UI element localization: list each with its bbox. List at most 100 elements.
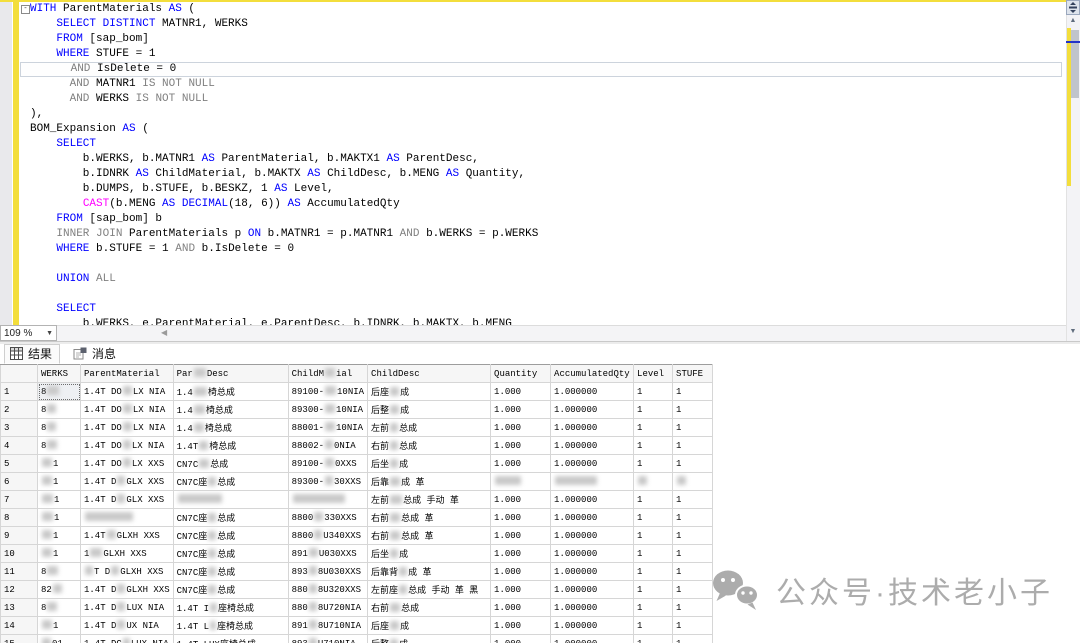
code-line[interactable]: FROM [sap_bom] b: [20, 212, 1066, 227]
grid-cell[interactable]: 1: [673, 401, 713, 419]
code-line[interactable]: b.WERKS, e.ParentMaterial, e.ParentDesc,…: [20, 317, 1066, 325]
grid-cell[interactable]: 01: [38, 635, 81, 643]
grid-cell[interactable]: CN7C座总成: [173, 473, 288, 491]
code-line[interactable]: [20, 257, 1066, 272]
grid-cell[interactable]: 1.4T LUX座椅总成: [173, 635, 288, 643]
grid-cell[interactable]: 1: [634, 491, 673, 509]
grid-cell[interactable]: 1: [38, 545, 81, 563]
grid-cell[interactable]: 1.4T椅总成: [173, 437, 288, 455]
grid-cell[interactable]: 1: [634, 527, 673, 545]
code-line[interactable]: SELECT: [20, 302, 1066, 317]
grid-cell[interactable]: 1: [38, 509, 81, 527]
grid-cell[interactable]: 1: [673, 455, 713, 473]
grid-cell[interactable]: 后靠背成 革: [368, 563, 491, 581]
grid-cell[interactable]: 1.000000: [551, 545, 634, 563]
grid-cell[interactable]: 1GLXH XXS: [81, 545, 174, 563]
grid-cell[interactable]: 89100-0XXS: [288, 455, 367, 473]
sql-editor-pane[interactable]: WITH ParentMaterials AS ( SELECT DISTINC…: [0, 0, 1066, 325]
grid-cell[interactable]: 后整成: [368, 635, 491, 643]
grid-column-header[interactable]: ParDesc: [173, 365, 288, 383]
grid-cell[interactable]: 1.000: [491, 581, 551, 599]
grid-cell[interactable]: 后整成: [368, 401, 491, 419]
grid-cell[interactable]: 后坐成: [368, 455, 491, 473]
grid-cell[interactable]: 右前总成: [368, 437, 491, 455]
code-line-current[interactable]: AND IsDelete = 0: [20, 62, 1062, 77]
grid-cell[interactable]: 1.4T DOLX NIA: [81, 383, 174, 401]
grid-cell[interactable]: 8808U320XXS: [288, 581, 367, 599]
grid-cell[interactable]: 1.000: [491, 635, 551, 643]
code-line[interactable]: b.WERKS, b.MATNR1 AS ParentMaterial, b.M…: [20, 152, 1066, 167]
grid-cell[interactable]: 1: [673, 599, 713, 617]
grid-cell[interactable]: 1: [673, 581, 713, 599]
grid-cell[interactable]: 1: [634, 617, 673, 635]
code-line[interactable]: [20, 287, 1066, 302]
code-line[interactable]: WITH ParentMaterials AS (: [20, 2, 1066, 17]
grid-cell[interactable]: 1.000000: [551, 581, 634, 599]
grid-cell[interactable]: 1.4T DLUX NIA: [81, 599, 174, 617]
grid-column-header[interactable]: STUFE: [673, 365, 713, 383]
grid-cell[interactable]: 8938U030XXS: [288, 563, 367, 581]
grid-cell[interactable]: 1.000: [491, 599, 551, 617]
grid-cell[interactable]: 1: [634, 401, 673, 419]
code-line[interactable]: WHERE STUFE = 1: [20, 47, 1066, 62]
scroll-up-arrow-icon[interactable]: ▲: [1066, 17, 1080, 24]
grid-cell[interactable]: 1: [634, 635, 673, 643]
grid-cell[interactable]: 1: [634, 545, 673, 563]
code-line[interactable]: SELECT DISTINCT MATNR1, WERKS: [20, 17, 1066, 32]
tab-messages[interactable]: 消息: [68, 344, 123, 364]
grid-cell[interactable]: CN7C座总成: [173, 581, 288, 599]
grid-cell[interactable]: 1.4TGLXH XXS: [81, 527, 174, 545]
grid-cell[interactable]: 1.4椅总成: [173, 383, 288, 401]
grid-cell[interactable]: 89100-10NIA: [288, 383, 367, 401]
grid-cell[interactable]: 1: [673, 437, 713, 455]
grid-cell[interactable]: 8: [38, 563, 81, 581]
grid-cell[interactable]: 1.000: [491, 563, 551, 581]
grid-cell[interactable]: 1: [673, 491, 713, 509]
grid-cell[interactable]: 1: [634, 581, 673, 599]
grid-row-number[interactable]: 5: [1, 455, 38, 473]
grid-cell[interactable]: 1: [673, 635, 713, 643]
grid-cell[interactable]: 1.4T DGLUX NIA: [81, 635, 174, 643]
grid-cell[interactable]: 右前总成 革: [368, 527, 491, 545]
grid-cell[interactable]: 1.000000: [551, 617, 634, 635]
grid-cell[interactable]: 893U710NIA: [288, 635, 367, 643]
code-line[interactable]: WHERE b.STUFE = 1 AND b.IsDelete = 0: [20, 242, 1066, 257]
grid-row-number[interactable]: 10: [1, 545, 38, 563]
grid-row-number[interactable]: 4: [1, 437, 38, 455]
editor-horizontal-scrollbar[interactable]: [0, 325, 1066, 341]
grid-cell[interactable]: 1: [634, 509, 673, 527]
grid-cell[interactable]: 左前总成: [368, 419, 491, 437]
grid-cell[interactable]: 8800330XXS: [288, 509, 367, 527]
grid-cell[interactable]: 1.4椅总成: [173, 401, 288, 419]
code-line[interactable]: AND WERKS IS NOT NULL: [20, 92, 1066, 107]
grid-row-number[interactable]: 7: [1, 491, 38, 509]
grid-cell[interactable]: 8: [38, 599, 81, 617]
grid-cell[interactable]: 1: [634, 563, 673, 581]
grid-cell[interactable]: [551, 473, 634, 491]
grid-cell[interactable]: CN7C座总成: [173, 563, 288, 581]
grid-cell[interactable]: 1.4T DGLXH XXS: [81, 581, 174, 599]
grid-cell[interactable]: 1: [38, 617, 81, 635]
grid-cell[interactable]: 1: [634, 599, 673, 617]
grid-cell[interactable]: 1.4T DGLX XXS: [81, 473, 174, 491]
grid-cell[interactable]: 1.4T I座椅总成: [173, 599, 288, 617]
grid-cell[interactable]: 1: [673, 527, 713, 545]
tab-results[interactable]: 结果: [4, 344, 60, 364]
grid-cell[interactable]: 1: [634, 455, 673, 473]
grid-cell[interactable]: [173, 491, 288, 509]
grid-cell[interactable]: 891U030XXS: [288, 545, 367, 563]
grid-cell[interactable]: 8: [38, 437, 81, 455]
grid-cell[interactable]: 左前总成 手动 革: [368, 491, 491, 509]
grid-cell[interactable]: 1.4T L座椅总成: [173, 617, 288, 635]
grid-column-header[interactable]: ChildDesc: [368, 365, 491, 383]
grid-cell[interactable]: 1.000: [491, 437, 551, 455]
grid-cell[interactable]: T DGLXH XXS: [81, 563, 174, 581]
grid-cell[interactable]: 1.4椅总成: [173, 419, 288, 437]
grid-cell[interactable]: 89300-30XXS: [288, 473, 367, 491]
grid-cell[interactable]: 82: [38, 581, 81, 599]
grid-row-number[interactable]: 14: [1, 617, 38, 635]
grid-cell[interactable]: 后靠成 革: [368, 473, 491, 491]
grid-row-number[interactable]: 8: [1, 509, 38, 527]
grid-cell[interactable]: 88001-10NIA: [288, 419, 367, 437]
grid-cell[interactable]: 1.000: [491, 617, 551, 635]
